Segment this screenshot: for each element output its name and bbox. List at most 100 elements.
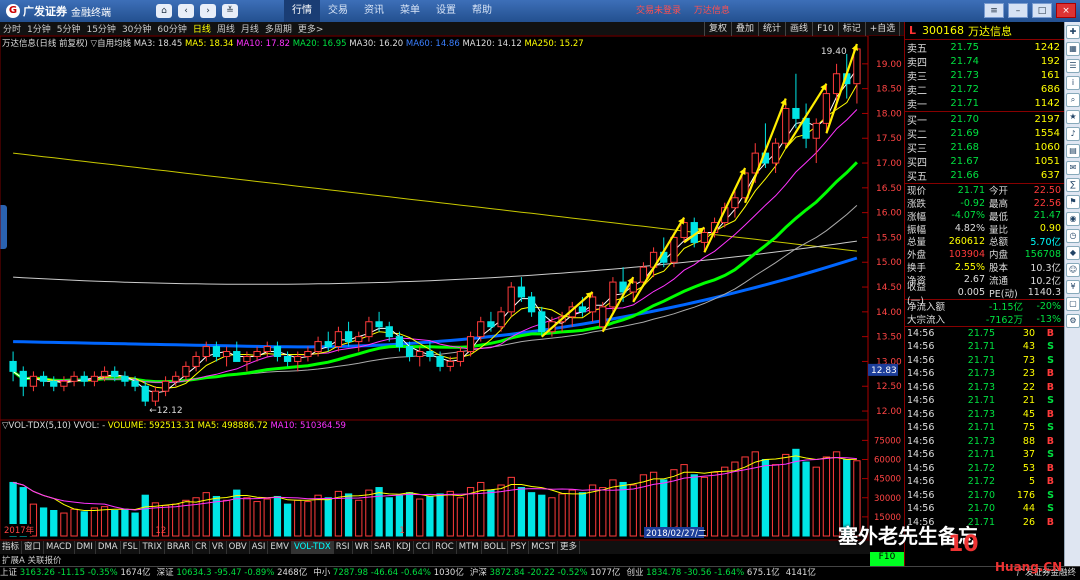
top-menu-item[interactable]: 设置 bbox=[428, 0, 464, 22]
back-icon[interactable]: ‹ bbox=[178, 4, 194, 18]
indicator-tab[interactable]: MCST bbox=[529, 541, 559, 554]
close-icon[interactable]: × bbox=[1056, 3, 1076, 18]
f10-tab[interactable]: F10 bbox=[870, 552, 904, 566]
index-status[interactable]: 创业 1834.78 -30.56 -1.64% 675.1亿 bbox=[626, 567, 779, 580]
indicator-tab[interactable]: VR bbox=[210, 541, 227, 554]
asks-row[interactable]: 卖五 21.75 1242 bbox=[905, 40, 1064, 55]
indicator-tab[interactable]: DMI bbox=[75, 541, 96, 554]
period-tab[interactable]: 1分钟 bbox=[24, 22, 54, 35]
clock-icon[interactable]: ◷ bbox=[1066, 229, 1080, 243]
indicator-tab[interactable]: MTM bbox=[457, 541, 482, 554]
indicator-tab[interactable]: ASI bbox=[250, 541, 269, 554]
index-status[interactable]: 深证 10634.3 -95.47 -0.89% 2468亿 bbox=[157, 567, 308, 580]
money-icon[interactable]: ¥ bbox=[1066, 280, 1080, 294]
chart-icon[interactable]: ▦ bbox=[1066, 42, 1080, 56]
indicator-tab[interactable]: MACD bbox=[44, 541, 75, 554]
period-tab[interactable]: 分时 bbox=[0, 22, 24, 35]
period-tab[interactable]: 5分钟 bbox=[54, 22, 84, 35]
bids-row[interactable]: 买二 21.69 1554 bbox=[905, 126, 1064, 141]
bids-row[interactable]: 买三 21.68 1060 bbox=[905, 140, 1064, 155]
indicator-tab[interactable]: WR bbox=[353, 541, 372, 554]
chart-tool-button[interactable]: F10 bbox=[812, 22, 838, 36]
index-value: 1834.78 bbox=[643, 568, 685, 578]
user-icon[interactable]: ☺ bbox=[1066, 263, 1080, 277]
calc-icon[interactable]: ∑ bbox=[1066, 178, 1080, 192]
chart-tool-button[interactable]: 叠加 bbox=[731, 22, 758, 36]
indicator-tab[interactable]: EMV bbox=[268, 541, 292, 554]
menu-icon[interactable]: ≡ bbox=[984, 3, 1004, 18]
bell-icon[interactable]: ♪ bbox=[1066, 127, 1080, 141]
indicator-name[interactable]: ▽自用均线 bbox=[91, 39, 132, 49]
volume-bar bbox=[619, 481, 627, 537]
indicator-tab[interactable]: 更多 bbox=[558, 541, 581, 554]
index-status[interactable]: 上证 3163.26 -11.15 -0.35% 1674亿 bbox=[0, 567, 151, 580]
kline-chart[interactable]: 19.00 18.50 18.00 17.50 17.00 16.50 16.00 15.50… bbox=[0, 36, 904, 540]
eye-icon[interactable]: ◉ bbox=[1066, 212, 1080, 226]
indicator-tab[interactable]: SAR bbox=[372, 541, 395, 554]
vol-title[interactable]: ▽VOL-TDX(5,10) bbox=[2, 421, 71, 431]
pin-icon[interactable]: ✚ bbox=[1066, 25, 1080, 39]
indicator-tab[interactable]: PSY bbox=[508, 541, 530, 554]
doc-icon[interactable]: ▢ bbox=[1066, 297, 1080, 311]
news-icon[interactable]: ✉ bbox=[1066, 161, 1080, 175]
asks-row[interactable]: 卖二 21.72 686 bbox=[905, 83, 1064, 97]
period-tab[interactable]: 30分钟 bbox=[119, 22, 154, 35]
asks-row[interactable]: 卖三 21.73 161 bbox=[905, 68, 1064, 83]
top-menu-item[interactable]: 资讯 bbox=[356, 0, 392, 22]
maximize-icon[interactable]: □ bbox=[1032, 3, 1052, 18]
indicator-tab[interactable]: BRAR bbox=[165, 541, 194, 554]
chart-tool-button[interactable]: 标记 bbox=[837, 22, 865, 36]
indicator-tab[interactable]: FSL bbox=[121, 541, 141, 554]
indicator-tab[interactable]: CCI bbox=[414, 541, 434, 554]
index-status[interactable]: 沪深 3872.84 -20.22 -0.52% 1077亿 bbox=[470, 567, 621, 580]
star-icon[interactable]: ★ bbox=[1066, 110, 1080, 124]
indicator-tab[interactable]: OBV bbox=[227, 541, 250, 554]
minimize-icon[interactable]: – bbox=[1008, 3, 1028, 18]
top-menu-item[interactable]: 帮助 bbox=[464, 0, 500, 22]
collapse-icon[interactable]: ≚ bbox=[222, 4, 238, 18]
period-tab[interactable]: 更多> bbox=[295, 22, 327, 35]
grid-icon[interactable]: ▤ bbox=[1066, 144, 1080, 158]
indicator-tab[interactable]: RSI bbox=[334, 541, 353, 554]
chart-tool-button[interactable]: 复权 bbox=[704, 22, 731, 36]
indicator-tab[interactable]: BOLL bbox=[482, 541, 509, 554]
top-stock-name[interactable]: 万达信息 bbox=[694, 6, 730, 16]
tag-icon[interactable]: ◆ bbox=[1066, 246, 1080, 260]
trade-login-status[interactable]: 交易未登录 bbox=[636, 6, 681, 16]
period-tab[interactable]: 15分钟 bbox=[83, 22, 118, 35]
chart-tool-button[interactable]: 统计 bbox=[758, 22, 785, 36]
forward-icon[interactable]: › bbox=[200, 4, 216, 18]
indicator-tab[interactable]: CR bbox=[193, 541, 210, 554]
chart-tool-button[interactable]: 画线 bbox=[785, 22, 812, 36]
asks-row[interactable]: 卖一 21.71 1142 bbox=[905, 97, 1064, 111]
period-tab[interactable]: 月线 bbox=[238, 22, 262, 35]
indicator-tab[interactable]: VOL-TDX bbox=[291, 541, 334, 554]
top-menu-item[interactable]: 菜单 bbox=[392, 0, 428, 22]
indicator-tab[interactable]: 指标 bbox=[0, 541, 23, 554]
top-menu-item[interactable]: 行情 bbox=[284, 0, 320, 22]
bids-row[interactable]: 买五 21.66 637 bbox=[905, 169, 1064, 183]
period-tab[interactable]: 周线 bbox=[214, 22, 238, 35]
period-tab[interactable]: 60分钟 bbox=[154, 22, 189, 35]
home-icon[interactable]: ⌂ bbox=[156, 4, 172, 18]
index-status[interactable]: 中小 7287.98 -46.64 -0.64% 1030亿 bbox=[313, 567, 464, 580]
period-tab[interactable]: 日线 bbox=[190, 22, 214, 35]
top-menu-item[interactable]: 交易 bbox=[320, 0, 356, 22]
bids-row[interactable]: 买四 21.67 1051 bbox=[905, 155, 1064, 169]
indicator-tab[interactable]: KDJ bbox=[394, 541, 414, 554]
asks-row[interactable]: 卖四 21.74 192 bbox=[905, 54, 1064, 69]
indicator-tab[interactable]: 窗口 bbox=[22, 541, 45, 554]
period-tab[interactable]: 多周期 bbox=[262, 22, 295, 35]
volume-bar bbox=[131, 512, 139, 537]
bids-row[interactable]: 买一 21.70 2197 bbox=[905, 112, 1064, 127]
info-icon[interactable]: i bbox=[1066, 76, 1080, 90]
indicator-tab[interactable]: ROC bbox=[433, 541, 457, 554]
indicator-tab[interactable]: TRIX bbox=[140, 541, 165, 554]
flag-icon[interactable]: ⚑ bbox=[1066, 195, 1080, 209]
tools-icon[interactable]: ⚙ bbox=[1066, 314, 1080, 328]
list-icon[interactable]: ☰ bbox=[1066, 59, 1080, 73]
search-icon[interactable]: ⌕ bbox=[1066, 93, 1080, 107]
chart-tool-button[interactable]: +自选 bbox=[864, 22, 900, 36]
index-status[interactable]: 4141亿 bbox=[786, 567, 816, 580]
indicator-tab[interactable]: DMA bbox=[96, 541, 121, 554]
